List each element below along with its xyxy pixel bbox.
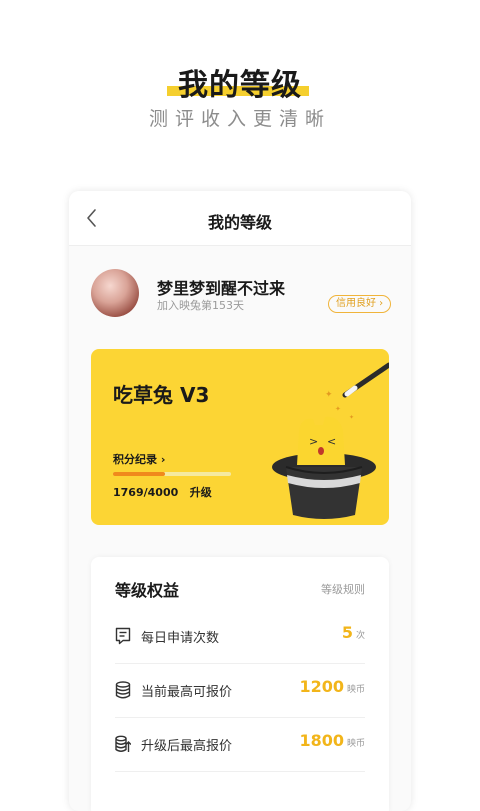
benefit-label: 每日申请次数 [141,631,220,646]
benefit-value: 1200 映币 [299,677,365,696]
benefits-title: 等级权益 [115,581,180,600]
benefit-value: 1800 映币 [299,731,365,750]
page-title: 我的等级 [207,213,272,232]
points-text: 1769/4000 升级 [113,484,212,500]
level-benefits-card: 等级权益 等级规则 每日申请次数 5次 当前最高可报价 1200 映币 升级后最… [91,557,389,811]
svg-text:<: < [327,435,336,448]
benefit-row-current-max-quote: 当前最高可报价 1200 映币 [115,663,365,718]
promo-title: 我的等级 [178,68,302,103]
benefit-label: 升级后最高报价 [141,739,233,754]
benefit-value: 5次 [341,623,365,642]
benefit-row-daily-applications: 每日申请次数 5次 [115,609,365,664]
user-name: 梦里梦到醒不过来 [157,279,286,298]
points-progress-fill [113,472,165,476]
level-rules-link[interactable]: 等级规则 [321,581,365,597]
join-days: 加入映兔第153天 [157,299,244,312]
points-record-link[interactable]: 积分纪录 › [113,451,165,467]
document-icon [115,627,131,645]
points-progress-bar [113,472,231,476]
coin-stack-icon [115,681,131,699]
svg-text:✦: ✦ [335,405,341,413]
phone-screen: 我的等级 梦里梦到醒不过来 加入映兔第153天 信用良好 › 吃草兔 V3 积分… [69,191,411,811]
promo-subtitle: 测评收入更清晰 [148,108,331,130]
benefit-row-upgraded-max-quote: 升级后最高报价 1800 映币 [115,717,365,772]
credit-badge[interactable]: 信用良好 › [328,295,392,313]
rabbit-magic-hat-illustration: ✦ ✦ ✦ > < [272,362,389,519]
svg-text:>: > [309,435,318,448]
upgrade-label: 升级 [189,486,212,499]
coin-upgrade-icon [115,735,131,752]
level-card: 吃草兔 V3 积分纪录 › 1769/4000 升级 ✦ ✦ ✦ > < [91,349,389,525]
benefit-label: 当前最高可报价 [141,685,233,700]
svg-text:✦: ✦ [349,414,354,421]
nav-bar: 我的等级 [69,191,411,246]
svg-text:✦: ✦ [325,390,333,400]
level-name: 吃草兔 V3 [113,383,210,407]
points-value: 1769/4000 [113,486,179,499]
avatar[interactable] [91,269,139,317]
